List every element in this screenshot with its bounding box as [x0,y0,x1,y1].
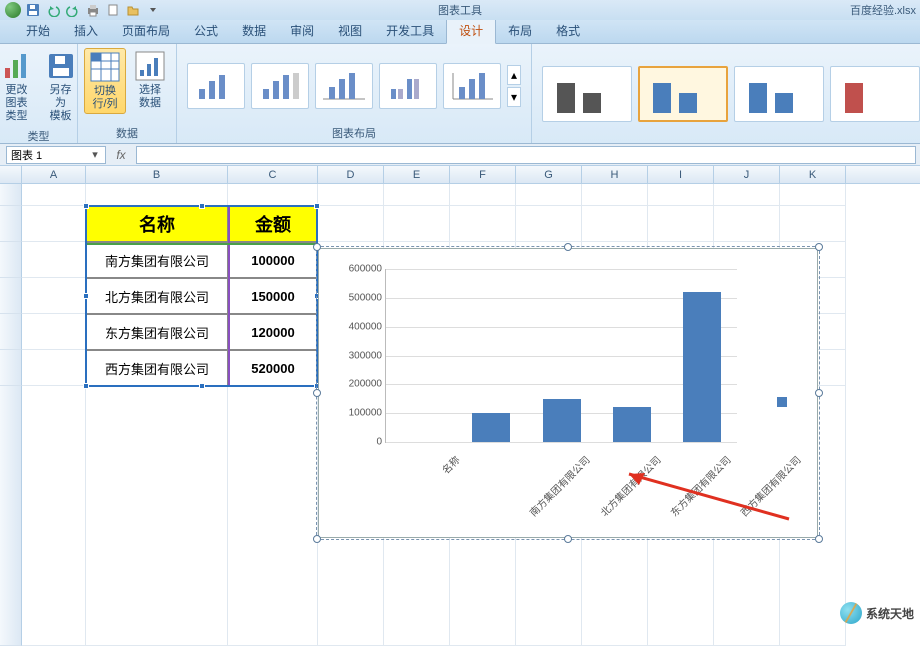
change-chart-type-button[interactable]: 更改 图表类型 [0,48,37,126]
col-header[interactable]: J [714,166,780,183]
gallery-down-icon[interactable]: ▾ [507,87,521,107]
tab-page-layout[interactable]: 页面布局 [110,18,182,43]
ribbon-tabs: 开始 插入 页面布局 公式 数据 审阅 视图 开发工具 设计 布局 格式 [0,20,920,44]
group-data: 切换行/列 选择数据 数据 [78,44,177,143]
group-chart-type: 更改 图表类型 另存为 模板 类型 [0,44,78,143]
chart-bar[interactable] [543,399,581,442]
row-header[interactable] [0,386,22,646]
file-name: 百度经验.xlsx [850,2,916,18]
layout-preset-4[interactable] [379,63,437,109]
tab-design[interactable]: 设计 [446,17,496,44]
cell-amount[interactable]: 520000 [228,350,318,386]
cell-company[interactable]: 东方集团有限公司 [86,314,228,350]
watermark-logo: 系统天地 [840,602,914,624]
col-header[interactable]: F [450,166,516,183]
column-headers: A B C D E F G H I J K [0,166,920,184]
style-preset-2[interactable] [638,66,728,122]
globe-icon [840,602,862,624]
header-name[interactable]: 名称 [86,206,228,242]
select-all-corner[interactable] [0,166,22,183]
tab-insert[interactable]: 插入 [62,18,110,43]
redo-icon[interactable] [64,1,82,19]
chart-type-icon [1,50,33,82]
fx-icon[interactable]: fx [112,146,130,164]
col-header[interactable]: I [648,166,714,183]
row-header[interactable] [0,314,22,350]
row-header[interactable] [0,350,22,386]
cell-company[interactable]: 北方集团有限公司 [86,278,228,314]
cell-company[interactable]: 南方集团有限公司 [86,242,228,278]
title-bar: 图表工具 百度经验.xlsx [0,0,920,20]
x-axis-label: 名称 [438,452,463,477]
name-box-dropdown-icon[interactable]: ▾ [89,148,101,161]
row-header[interactable] [0,278,22,314]
office-button[interactable] [4,1,22,19]
style-preset-3[interactable] [734,66,824,122]
layout-preset-1[interactable] [187,63,245,109]
print-icon[interactable] [84,1,102,19]
col-header[interactable]: E [384,166,450,183]
new-icon[interactable] [104,1,122,19]
ribbon: 更改 图表类型 另存为 模板 类型 切换行/列 选择数据 数据 [0,44,920,144]
open-icon[interactable] [124,1,142,19]
chart-bar[interactable] [472,413,510,442]
x-axis-label: 南方集团有限公司 [526,452,593,519]
tab-developer[interactable]: 开发工具 [374,18,446,43]
gallery-up-icon[interactable]: ▴ [507,65,521,85]
template-icon [45,50,77,82]
layout-preset-3[interactable] [315,63,373,109]
tab-review[interactable]: 审阅 [278,18,326,43]
cell-amount[interactable]: 150000 [228,278,318,314]
select-data-button[interactable]: 选择数据 [130,48,170,112]
col-header[interactable]: A [22,166,86,183]
col-header[interactable]: C [228,166,318,183]
context-tab-label: 图表工具 [438,2,482,18]
switch-row-column-button[interactable]: 切换行/列 [84,48,126,114]
cell-amount[interactable]: 120000 [228,314,318,350]
tab-format[interactable]: 格式 [544,18,592,43]
undo-icon[interactable] [44,1,62,19]
qat-dropdown-icon[interactable] [144,1,162,19]
col-header[interactable]: G [516,166,582,183]
save-template-button[interactable]: 另存为 模板 [41,48,81,126]
plot-area[interactable]: 0100000200000300000400000500000600000名称南… [385,269,737,443]
row-header[interactable] [0,242,22,278]
style-preset-4[interactable] [830,66,920,122]
worksheet-grid[interactable]: A B C D E F G H I J K 名称 金额 南方集团有限公司 100… [0,166,920,628]
chart-bar[interactable] [613,407,651,442]
tab-layout[interactable]: 布局 [496,18,544,43]
col-header[interactable]: D [318,166,384,183]
col-header[interactable]: B [86,166,228,183]
tab-data[interactable]: 数据 [230,18,278,43]
formula-bar: 图表 1 ▾ fx [0,144,920,166]
cell-amount[interactable]: 100000 [228,242,318,278]
col-header[interactable]: H [582,166,648,183]
switch-icon [89,51,121,83]
annotation-arrow [619,469,799,532]
group-chart-styles [532,44,920,143]
select-data-icon [134,50,166,82]
row-header[interactable] [0,206,22,242]
group-chart-layout: ▴ ▾ 图表布局 [177,44,532,143]
cell-company[interactable]: 西方集团有限公司 [86,350,228,386]
col-header[interactable]: K [780,166,846,183]
header-amount[interactable]: 金额 [228,206,318,242]
tab-view[interactable]: 视图 [326,18,374,43]
name-box[interactable]: 图表 1 ▾ [6,146,106,164]
layout-preset-5[interactable] [443,63,501,109]
layout-preset-2[interactable] [251,63,309,109]
legend-marker [777,397,787,407]
tab-formula[interactable]: 公式 [182,18,230,43]
embedded-chart[interactable]: 0100000200000300000400000500000600000名称南… [318,248,818,538]
save-icon[interactable] [24,1,42,19]
row-header[interactable] [0,184,22,206]
tab-home[interactable]: 开始 [14,18,62,43]
quick-access-toolbar [4,1,162,19]
style-preset-1[interactable] [542,66,632,122]
formula-input[interactable] [136,146,916,164]
chart-bar[interactable] [683,292,721,442]
